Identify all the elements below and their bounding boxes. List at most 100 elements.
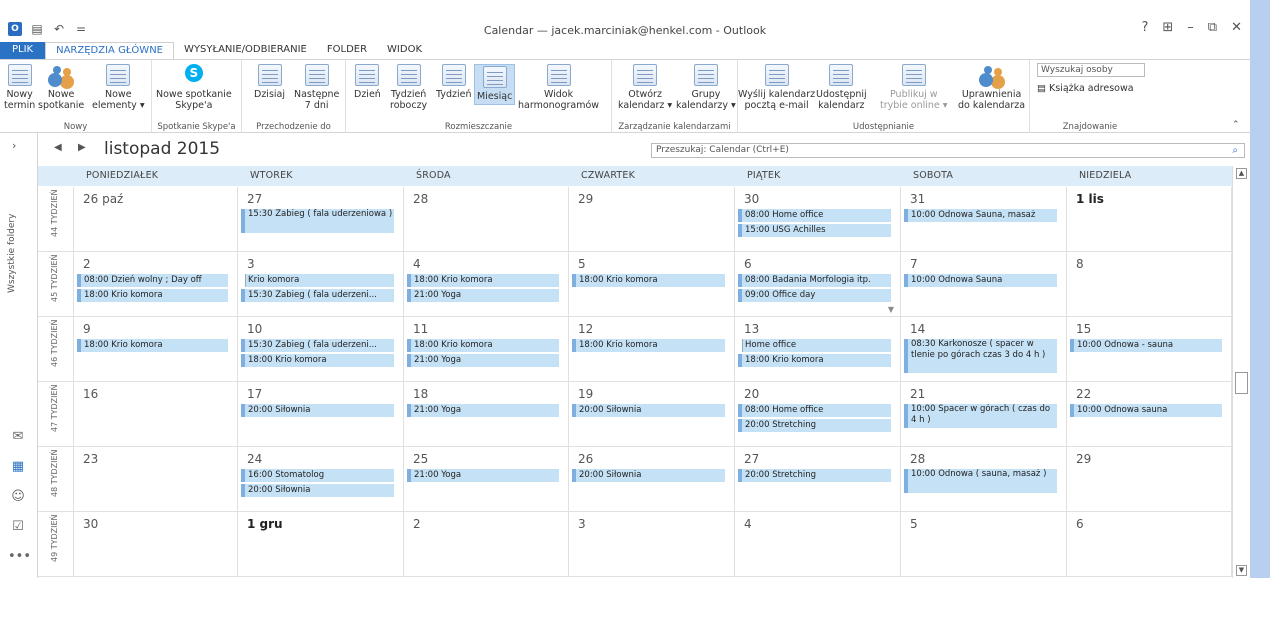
day-cell[interactable]: 5 18:00 Krio komora	[569, 252, 735, 316]
day-cell[interactable]: 30	[74, 512, 238, 576]
calendar-event[interactable]: 15:30 Zabieg ( fala uderzeni...	[241, 289, 394, 302]
day-cell[interactable]: 4 18:00 Krio komora 21:00 Yoga	[404, 252, 569, 316]
tasks-icon[interactable]: ☑	[8, 519, 28, 534]
day-view-button[interactable]: Dzień	[354, 64, 381, 100]
calendar-event[interactable]: 18:00 Krio komora	[77, 339, 228, 352]
scroll-thumb[interactable]	[1235, 372, 1248, 394]
search-calendar-input[interactable]: Przeszukaj: Calendar (Ctrl+E) ⌕	[651, 143, 1245, 158]
scroll-down-icon[interactable]: ▼	[1236, 565, 1247, 576]
minimize-icon[interactable]: –	[1187, 20, 1194, 35]
day-cell[interactable]: 3	[569, 512, 735, 576]
day-cell[interactable]: 10 15:30 Zabieg ( fala uderzeni... 18:00 K…	[238, 317, 404, 381]
day-cell[interactable]: 23	[74, 447, 238, 511]
day-cell[interactable]: 6 08:00 Badania Morfologia itp. 09:00 Offi…	[735, 252, 901, 316]
calendar-event[interactable]: 16:00 Stomatolog	[241, 469, 394, 482]
day-cell[interactable]: 28 10:00 Odnowa ( sauna, masaż )	[901, 447, 1067, 511]
day-cell[interactable]: 30 08:00 Home office 15:00 USG Achilles	[735, 187, 901, 251]
previous-month-icon[interactable]: ◀	[54, 142, 62, 153]
calendar-event[interactable]: 08:00 Home office	[738, 209, 891, 222]
calendar-event[interactable]: 10:00 Odnowa Sauna	[904, 274, 1057, 287]
day-cell[interactable]: 26 paź	[74, 187, 238, 251]
day-cell[interactable]: 25 21:00 Yoga	[404, 447, 569, 511]
day-cell[interactable]: 11 18:00 Krio komora 21:00 Yoga	[404, 317, 569, 381]
day-cell[interactable]: 27 15:30 Zabieg ( fala uderzeniowa )	[238, 187, 404, 251]
day-cell[interactable]: 5	[901, 512, 1067, 576]
calendar-event[interactable]: 20:00 Siłownia	[572, 404, 725, 417]
calendar-nav-icon[interactable]: ▦	[8, 459, 28, 474]
schedule-view-button[interactable]: Widok harmonogramów	[518, 64, 599, 111]
day-cell[interactable]: 31 10:00 Odnowa Sauna, masaż	[901, 187, 1067, 251]
scroll-up-icon[interactable]: ▲	[1236, 168, 1247, 179]
calendar-event[interactable]: 08:00 Home office	[738, 404, 891, 417]
calendar-event[interactable]: 09:00 Office day	[738, 289, 891, 302]
calendar-event[interactable]: 21:00 Yoga	[407, 289, 559, 302]
day-cell[interactable]: 1 lis	[1067, 187, 1232, 251]
calendar-event[interactable]: 18:00 Krio komora	[407, 339, 559, 352]
day-cell[interactable]: 27 20:00 Stretching	[735, 447, 901, 511]
calendar-event[interactable]: 21:00 Yoga	[407, 469, 559, 482]
calendar-event[interactable]: 21:00 Yoga	[407, 354, 559, 367]
calendar-event[interactable]: 15:30 Zabieg ( fala uderzeni...	[241, 339, 394, 352]
month-view-button[interactable]: Miesiąc	[474, 64, 516, 105]
calendar-event[interactable]: 08:00 Dzień wolny ; Day off	[77, 274, 228, 287]
new-items-button[interactable]: Nowe elementy ▾	[92, 64, 145, 111]
help-icon[interactable]: ?	[1141, 20, 1148, 35]
calendar-event[interactable]: 10:00 Spacer w górach ( czas do 4 h )	[904, 404, 1057, 428]
day-cell[interactable]: 17 20:00 Siłownia	[238, 382, 404, 446]
calendar-event[interactable]: 08:00 Badania Morfologia itp.	[738, 274, 891, 287]
tab-plik[interactable]: PLIK	[0, 42, 46, 59]
calendar-event[interactable]: 20:00 Siłownia	[572, 469, 725, 482]
calendar-event[interactable]: 18:00 Krio komora	[572, 274, 725, 287]
calendar-permissions-button[interactable]: Uprawnienia do kalendarza	[958, 64, 1025, 111]
restore-icon[interactable]: ⧉	[1208, 20, 1217, 35]
calendar-event[interactable]: 18:00 Krio komora	[738, 354, 891, 367]
day-cell[interactable]: 29	[569, 187, 735, 251]
day-cell[interactable]: 1 gru	[238, 512, 404, 576]
calendar-event[interactable]: 10:00 Odnowa ( sauna, masaż )	[904, 469, 1057, 493]
all-folders-label[interactable]: Wszystkie foldery	[7, 214, 17, 293]
tab-widok[interactable]: WIDOK	[377, 42, 432, 59]
day-cell[interactable]: 20 08:00 Home office 20:00 Stretching	[735, 382, 901, 446]
day-cell[interactable]: 6	[1067, 512, 1232, 576]
vertical-scrollbar[interactable]: ▲ ▼	[1232, 166, 1250, 578]
day-cell[interactable]: 26 20:00 Siłownia	[569, 447, 735, 511]
day-cell[interactable]: 3 Krio komora 15:30 Zabieg ( fala uderzeni…	[238, 252, 404, 316]
calendar-event[interactable]: 18:00 Krio komora	[241, 354, 394, 367]
day-cell[interactable]: 15 10:00 Odnowa - sauna	[1067, 317, 1232, 381]
day-cell[interactable]: 18 21:00 Yoga	[404, 382, 569, 446]
ribbon-display-icon[interactable]: ⊞	[1162, 20, 1173, 35]
new-appointment-button[interactable]: Nowy termin	[4, 64, 35, 111]
day-cell[interactable]: 16	[74, 382, 238, 446]
day-cell[interactable]: 4	[735, 512, 901, 576]
email-calendar-button[interactable]: Wyślij kalendarz pocztą e-mail	[738, 64, 815, 111]
calendar-event[interactable]: Krio komora	[241, 274, 394, 287]
day-cell[interactable]: 24 16:00 Stomatolog 20:00 Siłownia	[238, 447, 404, 511]
next-7-days-button[interactable]: Następne 7 dni	[294, 64, 339, 111]
calendar-groups-button[interactable]: Grupy kalendarzy ▾	[676, 64, 736, 111]
calendar-event[interactable]: Home office	[738, 339, 891, 352]
day-cell[interactable]: 9 18:00 Krio komora	[74, 317, 238, 381]
close-icon[interactable]: ✕	[1231, 20, 1242, 35]
day-cell[interactable]: 22 10:00 Odnowa sauna	[1067, 382, 1232, 446]
search-people-input[interactable]: Wyszukaj osoby	[1037, 63, 1145, 77]
today-button[interactable]: Dzisiaj	[254, 64, 285, 100]
day-cell[interactable]: 13 Home office 18:00 Krio komora	[735, 317, 901, 381]
calendar-event[interactable]: 20:00 Stretching	[738, 469, 891, 482]
day-cell[interactable]: 12 18:00 Krio komora	[569, 317, 735, 381]
calendar-event[interactable]: 10:00 Odnowa sauna	[1070, 404, 1222, 417]
expand-folder-pane-icon[interactable]: ›	[12, 139, 16, 152]
address-book-button[interactable]: ▤ Książka adresowa	[1037, 83, 1134, 94]
calendar-event[interactable]: 18:00 Krio komora	[572, 339, 725, 352]
people-nav-icon[interactable]: ☺	[8, 489, 28, 504]
calendar-event[interactable]: 20:00 Siłownia	[241, 484, 394, 497]
more-icon[interactable]: •••	[8, 549, 31, 564]
day-cell[interactable]: 14 08:30 Karkonosze ( spacer w tlenie po …	[901, 317, 1067, 381]
work-week-view-button[interactable]: Tydzień roboczy	[390, 64, 427, 111]
share-calendar-button[interactable]: Udostępnij kalendarz	[816, 64, 867, 111]
search-icon[interactable]: ⌕	[1232, 144, 1238, 157]
calendar-event[interactable]: 10:00 Odnowa Sauna, masaż	[904, 209, 1057, 222]
calendar-event[interactable]: 18:00 Krio komora	[407, 274, 559, 287]
week-view-button[interactable]: Tydzień	[436, 64, 471, 100]
calendar-event[interactable]: 20:00 Stretching	[738, 419, 891, 432]
calendar-event[interactable]: 10:00 Odnowa - sauna	[1070, 339, 1222, 352]
